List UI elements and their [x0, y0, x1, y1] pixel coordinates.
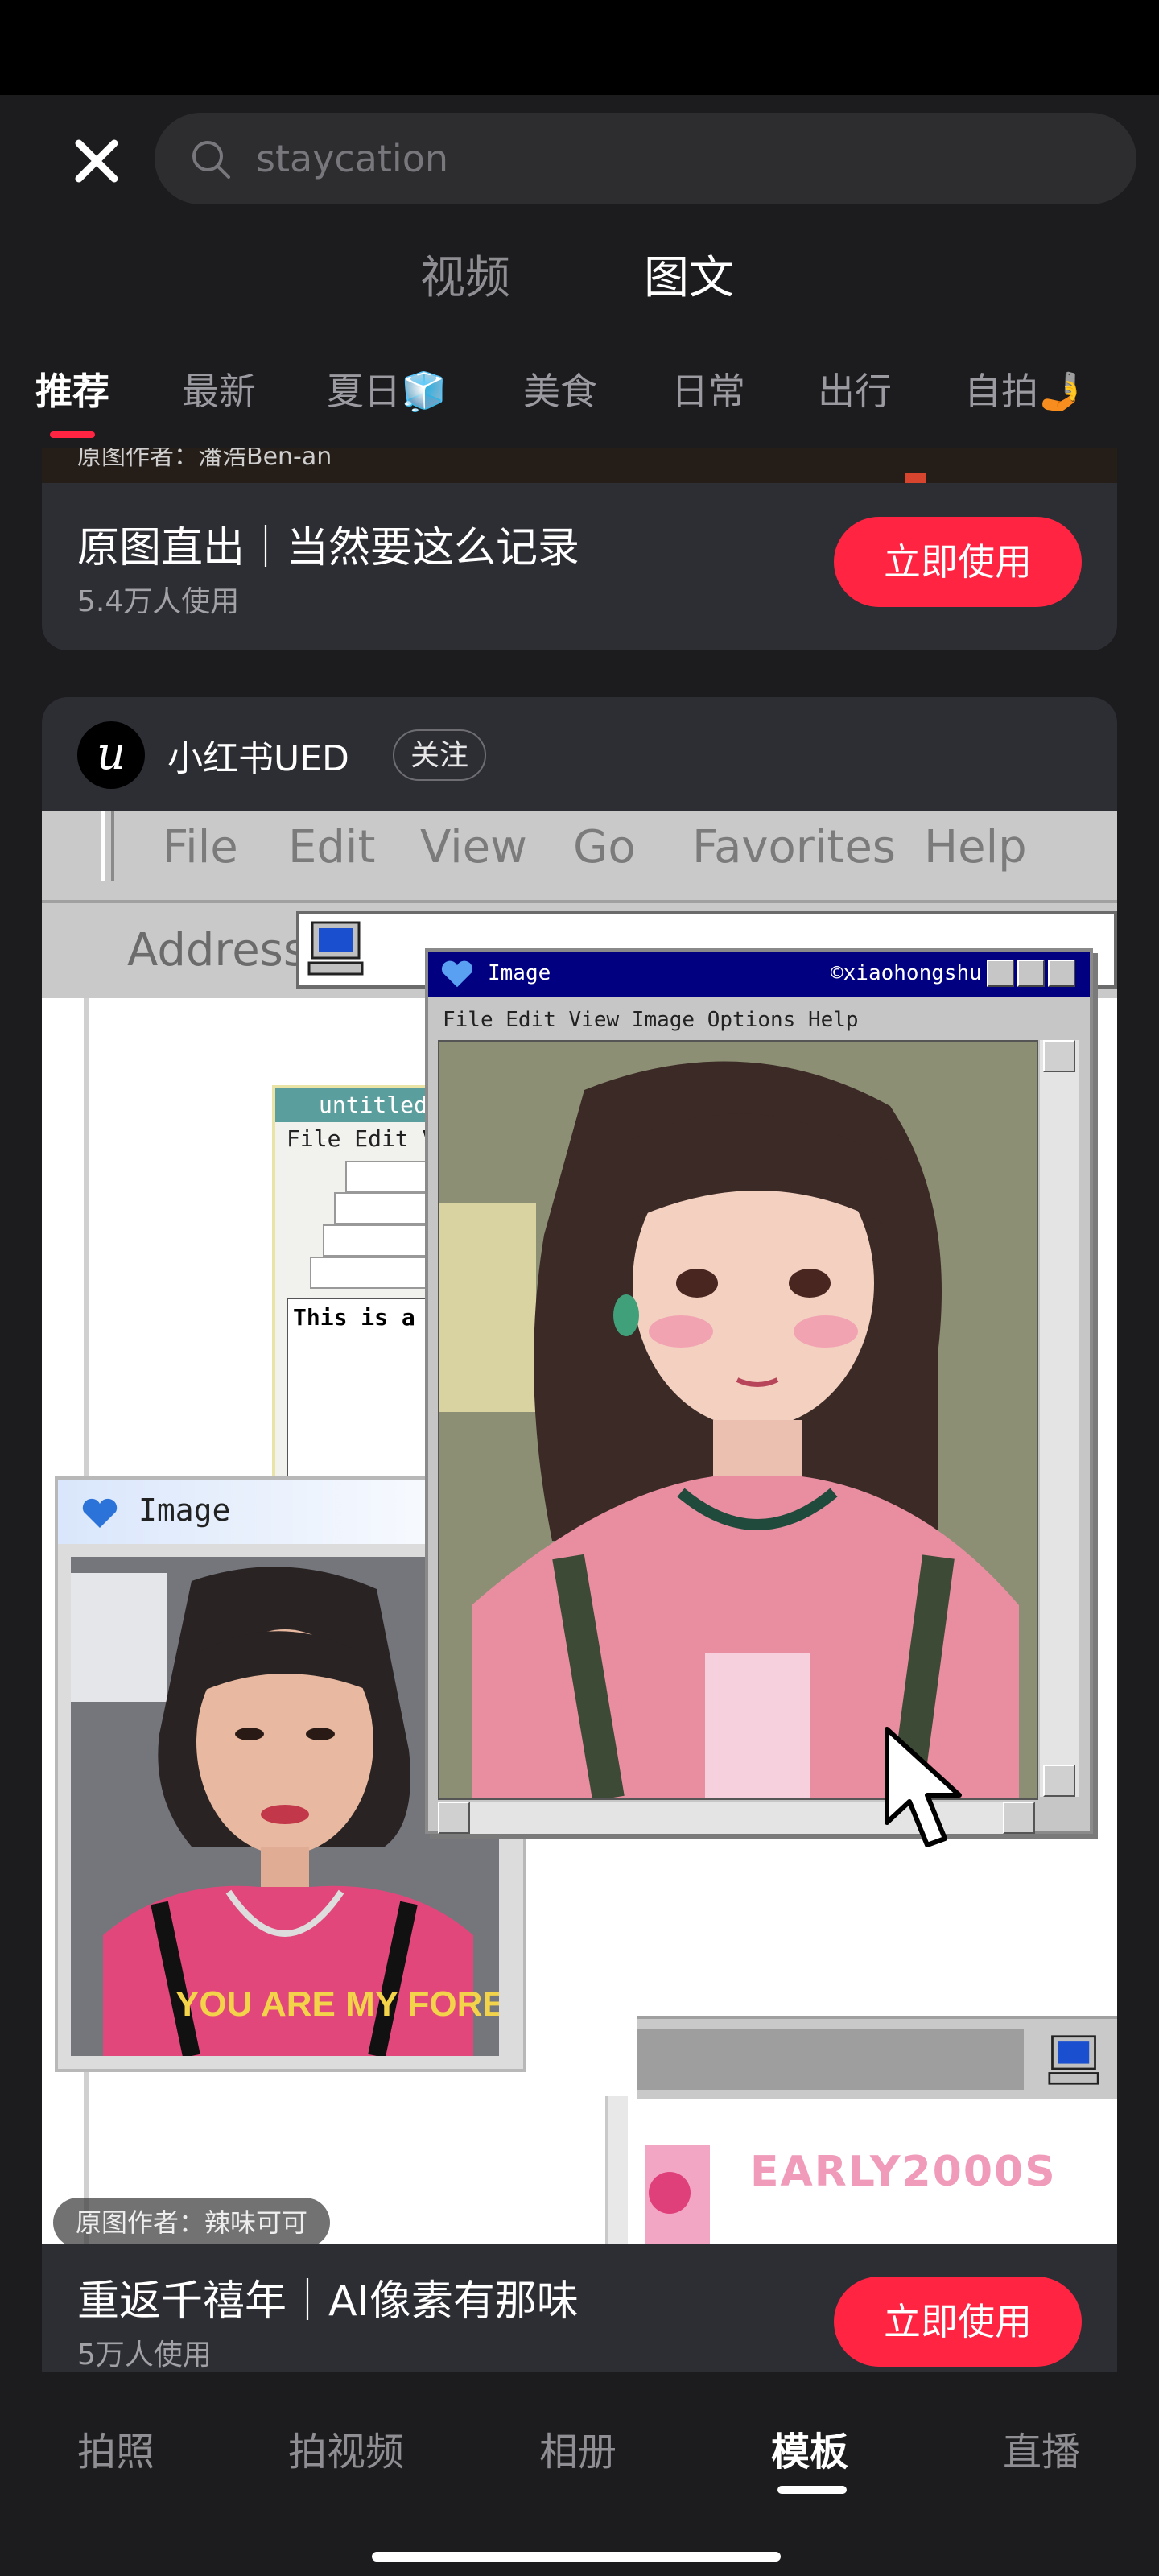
template-preview-image[interactable]: File Edit View Go Favorites Help Address… [42, 811, 1117, 2244]
computer-icon [1048, 2035, 1099, 2085]
media-tabs: 视频 图文 [0, 242, 1159, 314]
image-credit: 原图作者：辣味可可 [53, 2198, 331, 2244]
tab-video[interactable]: 视频 [420, 242, 510, 307]
card-title: 原图直出｜当然要这么记录 [77, 524, 580, 572]
category-tabs: 推荐 最新 夏日🧊 美食 日常 出行 自拍🤳 [0, 354, 1159, 443]
scroll-left-icon [438, 1802, 470, 1834]
pixel-window-title: Image [488, 961, 551, 985]
computer-icon [307, 921, 364, 976]
pixel-window-titlebar: Image ©xiaohongshu [428, 952, 1090, 997]
close-button[interactable] [64, 129, 129, 193]
category-tab-selfie[interactable]: 自拍🤳 [964, 362, 1084, 415]
follow-button[interactable]: 关注 [393, 729, 486, 781]
category-tab-recommend[interactable]: 推荐 [35, 362, 109, 415]
toolbar-grip [101, 811, 114, 881]
menu-help: Help [924, 821, 1027, 873]
category-tab-latest[interactable]: 最新 [182, 362, 256, 415]
scroll-down-icon [1043, 1765, 1075, 1797]
untitled-window-menu: File Edit V [287, 1125, 436, 1152]
status-field [637, 2029, 1024, 2090]
maximize-icon [1017, 960, 1045, 987]
vertical-scrollbar [1040, 1040, 1079, 1797]
window-edge [605, 2096, 628, 2244]
search-input[interactable]: staycation [155, 113, 1136, 204]
author-row: u 小红书UED 关注 [42, 697, 1117, 811]
template-card[interactable]: 原图作者：潘浩Ben-an 原图直出｜当然要这么记录 5.4万人使用 立即使用 [42, 448, 1117, 650]
pink-sticker [645, 2145, 710, 2244]
heart-icon [82, 1498, 118, 1528]
bottom-nav: 拍照 拍视频 相册 模板 直播 [0, 2372, 1159, 2576]
home-indicator[interactable] [372, 2552, 781, 2562]
menu-go: Go [573, 821, 636, 873]
search-icon [192, 141, 230, 179]
avatar[interactable]: u [77, 721, 145, 789]
card-title: 重返千禧年｜AI像素有那味 [77, 2277, 579, 2326]
use-template-button[interactable]: 立即使用 [834, 2277, 1082, 2367]
author-name[interactable]: 小红书UED [167, 729, 349, 781]
nav-record-video[interactable]: 拍视频 [288, 2420, 404, 2476]
top-bar: staycation [0, 95, 1159, 224]
image-detail [905, 473, 926, 483]
card-usage-count: 5万人使用 [77, 2339, 212, 2372]
active-tab-indicator [50, 431, 95, 438]
close-icon [75, 139, 118, 183]
retro-menu-bar: File Edit View Go Favorites Help [42, 811, 1117, 903]
status-bar [0, 0, 1159, 95]
shirt-text: YOU ARE MY FOREVER [175, 1984, 499, 2024]
pixel-window-handle: ©xiaohongshu [831, 961, 982, 985]
search-placeholder: staycation [256, 137, 449, 180]
scroll-up-icon [1043, 1040, 1075, 1072]
template-card[interactable]: u 小红书UED 关注 File Edit View Go Favorites … [42, 697, 1117, 2372]
category-tab-summer[interactable]: 夏日🧊 [327, 362, 447, 415]
nav-album[interactable]: 相册 [539, 2420, 617, 2476]
pixel-illustration [439, 1042, 1037, 1798]
minimize-icon [987, 960, 1014, 987]
category-tab-daily[interactable]: 日常 [671, 362, 745, 415]
nav-live[interactable]: 直播 [1003, 2420, 1080, 2476]
early-2000s-text: EARLY2000S [750, 2148, 1057, 2196]
retro-status-bar [637, 2016, 1117, 2099]
nav-take-photo[interactable]: 拍照 [77, 2420, 155, 2476]
card-image-strip: 原图作者：潘浩Ben-an [42, 448, 1117, 483]
menu-file: File [163, 821, 238, 873]
close-window-icon [1048, 960, 1075, 987]
card-usage-count: 5.4万人使用 [77, 585, 240, 618]
use-template-button[interactable]: 立即使用 [834, 517, 1082, 607]
scroll-right-icon [1003, 1802, 1035, 1834]
pixel-art-image [438, 1040, 1038, 1800]
menu-favorites: Favorites [692, 821, 896, 873]
mouse-cursor-icon [885, 1727, 962, 1847]
menu-edit: Edit [288, 821, 376, 873]
pixel-art-window: Image ©xiaohongshu File Edit View Image … [425, 948, 1093, 1834]
image-credit: 原图作者：潘浩Ben-an [77, 448, 332, 471]
category-tab-food[interactable]: 美食 [523, 362, 597, 415]
pixel-window-menu: File Edit View Image Options Help [443, 1008, 859, 1032]
menu-view: View [420, 821, 527, 873]
category-tab-travel[interactable]: 出行 [818, 362, 892, 415]
small-window-title: Image [138, 1492, 231, 1528]
address-label: Address [127, 924, 307, 976]
active-nav-indicator [777, 2486, 847, 2494]
heart-icon [441, 960, 473, 988]
tab-image-text[interactable]: 图文 [644, 242, 734, 307]
nav-templates[interactable]: 模板 [771, 2420, 848, 2476]
